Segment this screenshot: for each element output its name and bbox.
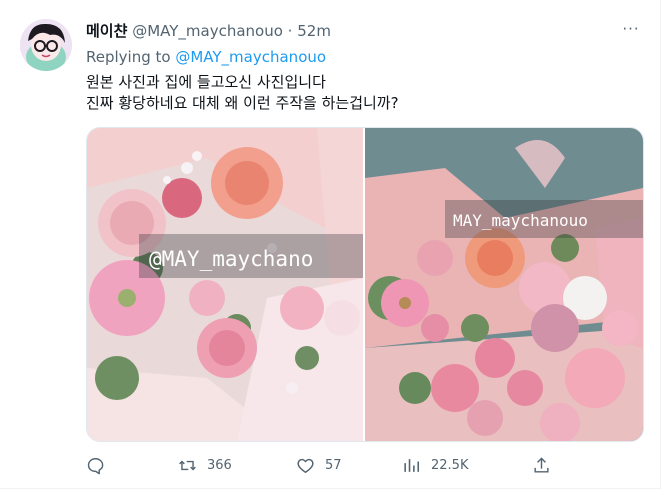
header-separator: · — [287, 22, 293, 40]
media-grid: @MAY_maychano MAY_maychanouo — [86, 127, 644, 442]
tweet-header: 메이챤 @MAY_maychanouo · 52m — [86, 21, 331, 41]
share-button[interactable] — [532, 453, 551, 477]
replying-to: Replying to @MAY_maychanouo — [86, 47, 326, 67]
like-count: 57 — [325, 457, 342, 473]
photo-received[interactable]: MAY_maychanouo — [365, 128, 643, 441]
reply-button[interactable] — [86, 453, 115, 477]
share-icon — [534, 456, 549, 473]
tweet-text: 원본 사진과 집에 들고오신 사진입니다 진짜 황당하네요 대체 왜 이런 주작… — [86, 72, 399, 114]
retweet-button[interactable]: 366 — [178, 453, 232, 477]
timestamp[interactable]: 52m — [297, 22, 331, 40]
view-count: 22.5K — [431, 457, 469, 473]
avatar[interactable] — [20, 19, 72, 71]
more-button[interactable]: ··· — [616, 20, 646, 44]
action-bar: 366 57 22.5K — [86, 453, 556, 477]
replying-to-handle[interactable]: @MAY_maychanouo — [175, 48, 326, 66]
reply-icon — [87, 457, 104, 474]
watermark-right: MAY_maychanouo — [453, 211, 588, 230]
user-handle[interactable]: @MAY_maychanouo — [132, 22, 283, 40]
avatar-icon — [20, 19, 72, 71]
retweet-icon — [179, 460, 196, 470]
replying-to-label: Replying to — [86, 48, 171, 66]
like-icon — [297, 458, 314, 473]
like-button[interactable]: 57 — [296, 453, 342, 477]
tweet-text-line: 진짜 황당하네요 대체 왜 이런 주작을 하는겁니까? — [86, 94, 399, 112]
views-icon — [404, 458, 420, 472]
retweet-count: 366 — [207, 457, 232, 473]
more-icon: ··· — [622, 20, 640, 38]
watermark-left: @MAY_maychano — [149, 247, 313, 271]
tweet[interactable]: 메이챤 @MAY_maychanouo · 52m ··· Replying t… — [0, 0, 661, 489]
photo-original[interactable]: @MAY_maychano — [87, 128, 363, 441]
tweet-text-line: 원본 사진과 집에 들고오신 사진입니다 — [86, 73, 326, 91]
display-name[interactable]: 메이챤 — [86, 22, 127, 40]
views-button[interactable]: 22.5K — [402, 453, 468, 477]
